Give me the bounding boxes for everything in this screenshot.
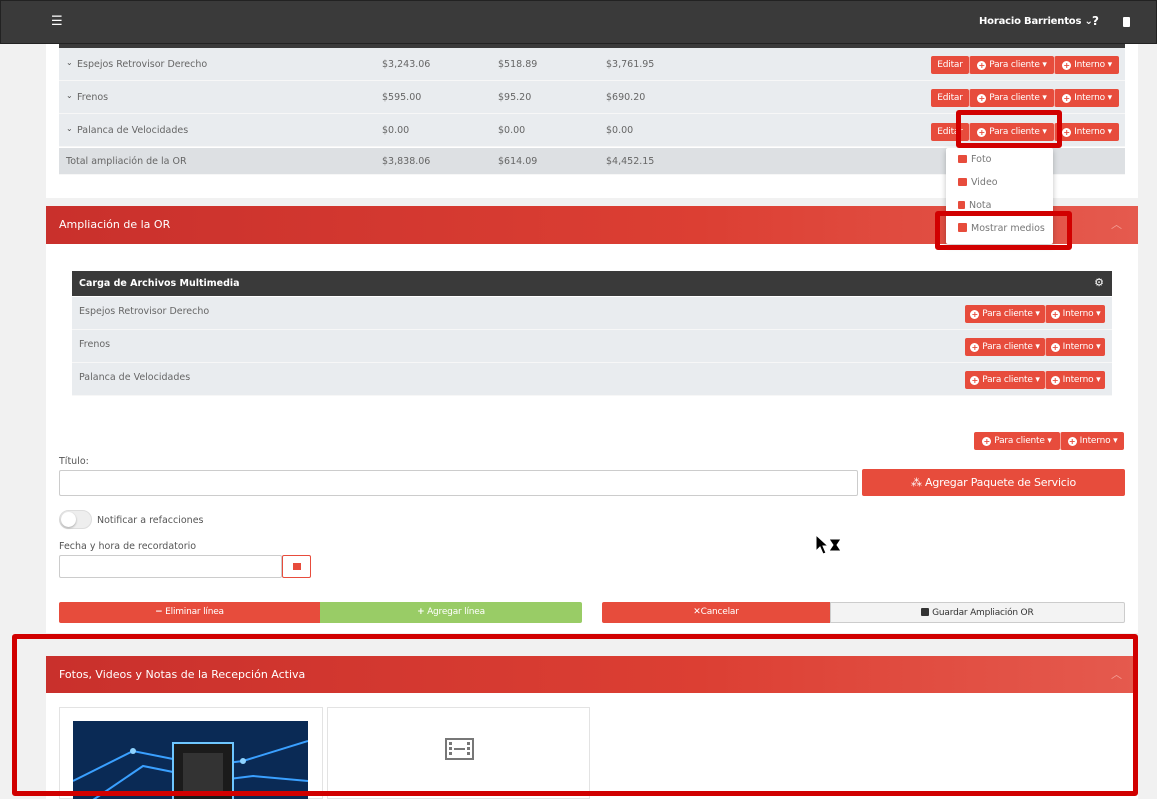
interno-button[interactable]: + Interno ▾ xyxy=(1045,305,1105,323)
media-row: Frenos xyxy=(72,330,1112,363)
clipboard-icon[interactable] xyxy=(1123,17,1130,27)
help-icon[interactable]: ? xyxy=(1092,14,1099,28)
agregar-paquete-button[interactable]: ⁂ Agregar Paquete de Servicio xyxy=(862,469,1125,496)
row-value-2: $518.89 xyxy=(498,59,538,70)
titulo-input[interactable] xyxy=(59,470,858,496)
para-cliente-button[interactable]: + Para cliente ▾ xyxy=(965,371,1045,389)
row-name: Frenos xyxy=(77,92,109,103)
edit-button[interactable]: Editar xyxy=(931,56,969,74)
collapse-icon[interactable]: ︿ xyxy=(1111,216,1122,232)
media-upload-header: Carga de Archivos Multimedia ⚙ xyxy=(72,271,1112,296)
media-row-label: Frenos xyxy=(79,339,111,350)
titulo-label: Título: xyxy=(59,456,89,467)
hamburger-menu-icon[interactable]: ☰ xyxy=(51,14,63,29)
interno-button[interactable]: + Interno ▾ xyxy=(1045,338,1105,356)
cubes-icon: ⁂ xyxy=(910,476,922,489)
plus-circle-icon: + xyxy=(1050,343,1060,352)
calendar-button[interactable] xyxy=(282,555,311,578)
row-value-3: $3,761.95 xyxy=(606,59,655,70)
plus-circle-icon: + xyxy=(970,343,980,352)
interno-button[interactable]: + Interno ▾ xyxy=(1054,123,1119,141)
plus-circle-icon: + xyxy=(977,61,987,70)
times-icon: ✕ xyxy=(693,607,701,617)
row-value-3: $690.20 xyxy=(606,92,646,103)
para-cliente-button[interactable]: + Para cliente ▾ xyxy=(969,56,1054,74)
media-row: Palanca de Velocidades xyxy=(72,363,1112,396)
total-label: Total ampliación de la OR xyxy=(66,156,187,167)
file-icon xyxy=(958,201,965,209)
user-name: Horacio Barrientos xyxy=(979,16,1082,27)
row-name: Palanca de Velocidades xyxy=(77,125,189,136)
plus-circle-icon: + xyxy=(1062,94,1072,103)
row-value-3: $0.00 xyxy=(606,125,634,136)
user-menu[interactable]: Horacio Barrientos ⌄ xyxy=(979,16,1093,27)
para-cliente-button[interactable]: + Para cliente ▾ xyxy=(974,432,1060,450)
plus-circle-icon: + xyxy=(970,376,980,385)
cursor-icon xyxy=(815,534,842,555)
calendar-icon xyxy=(293,563,301,570)
para-cliente-button[interactable]: + Para cliente ▾ xyxy=(965,305,1045,323)
eliminar-linea-button[interactable]: − Eliminar línea xyxy=(59,602,320,623)
plus-circle-icon: + xyxy=(1062,61,1072,70)
plus-circle-icon: + xyxy=(1050,310,1060,319)
row-value-2: $0.00 xyxy=(498,125,526,136)
plus-circle-icon: + xyxy=(1062,128,1072,137)
para-cliente-button[interactable]: + Para cliente ▾ xyxy=(965,338,1045,356)
row-value-1: $3,243.06 xyxy=(382,59,431,70)
plus-circle-icon: + xyxy=(982,437,992,446)
interno-button[interactable]: + Interno ▾ xyxy=(1045,371,1105,389)
plus-icon: + xyxy=(417,607,425,617)
fecha-input[interactable] xyxy=(59,555,282,578)
toggle-knob xyxy=(61,512,76,527)
minus-icon: − xyxy=(155,607,163,617)
chevron-down-icon[interactable]: ⌄ xyxy=(66,58,73,67)
media-row-label: Palanca de Velocidades xyxy=(79,372,191,383)
plus-circle-icon: + xyxy=(1050,376,1060,385)
total-value-2: $614.09 xyxy=(498,156,538,167)
sliders-icon[interactable]: ⚙ xyxy=(1094,276,1104,289)
para-cliente-button[interactable]: + Para cliente ▾ xyxy=(969,89,1054,107)
chevron-down-icon[interactable]: ⌄ xyxy=(66,91,73,100)
highlight-para-cliente xyxy=(956,110,1062,148)
fecha-label: Fecha y hora de recordatorio xyxy=(59,541,197,552)
cancelar-button[interactable]: ✕Cancelar xyxy=(602,602,830,623)
row-value-2: $95.20 xyxy=(498,92,532,103)
notificar-label: Notificar a refacciones xyxy=(97,515,204,526)
highlight-recepcion-section xyxy=(12,634,1138,796)
plus-circle-icon: + xyxy=(970,310,980,319)
camera-icon xyxy=(958,155,967,163)
save-icon xyxy=(921,608,930,616)
edit-button[interactable]: Editar xyxy=(931,89,969,107)
plus-circle-icon: + xyxy=(1067,437,1077,446)
interno-button[interactable]: + Interno ▾ xyxy=(1054,56,1119,74)
guardar-ampliacion-button[interactable]: Guardar Ampliación OR xyxy=(830,602,1125,623)
total-value-1: $3,838.06 xyxy=(382,156,431,167)
top-navbar: ☰ Horacio Barrientos ⌄ ? xyxy=(0,0,1157,44)
row-name: Espejos Retrovisor Derecho xyxy=(77,59,208,70)
row-value-1: $595.00 xyxy=(382,92,422,103)
interno-button[interactable]: + Interno ▾ xyxy=(1060,432,1124,450)
highlight-mostrar-medios xyxy=(935,211,1072,250)
video-camera-icon xyxy=(958,178,967,186)
media-row-label: Espejos Retrovisor Derecho xyxy=(79,306,210,317)
media-row: Espejos Retrovisor Derecho xyxy=(72,297,1112,330)
dropdown-item-video[interactable]: Video xyxy=(958,177,998,188)
notificar-toggle[interactable] xyxy=(59,510,92,529)
chevron-down-icon[interactable]: ⌄ xyxy=(66,124,73,133)
ampliacion-title: Ampliación de la OR xyxy=(59,218,171,231)
dropdown-item-nota[interactable]: Nota xyxy=(958,200,991,211)
media-upload-title: Carga de Archivos Multimedia xyxy=(79,278,240,289)
interno-button[interactable]: + Interno ▾ xyxy=(1054,89,1119,107)
row-value-1: $0.00 xyxy=(382,125,410,136)
plus-circle-icon: + xyxy=(977,94,987,103)
agregar-linea-button[interactable]: + Agregar línea xyxy=(320,602,582,623)
total-value-3: $4,452.15 xyxy=(606,156,655,167)
dropdown-item-foto[interactable]: Foto xyxy=(958,154,991,165)
